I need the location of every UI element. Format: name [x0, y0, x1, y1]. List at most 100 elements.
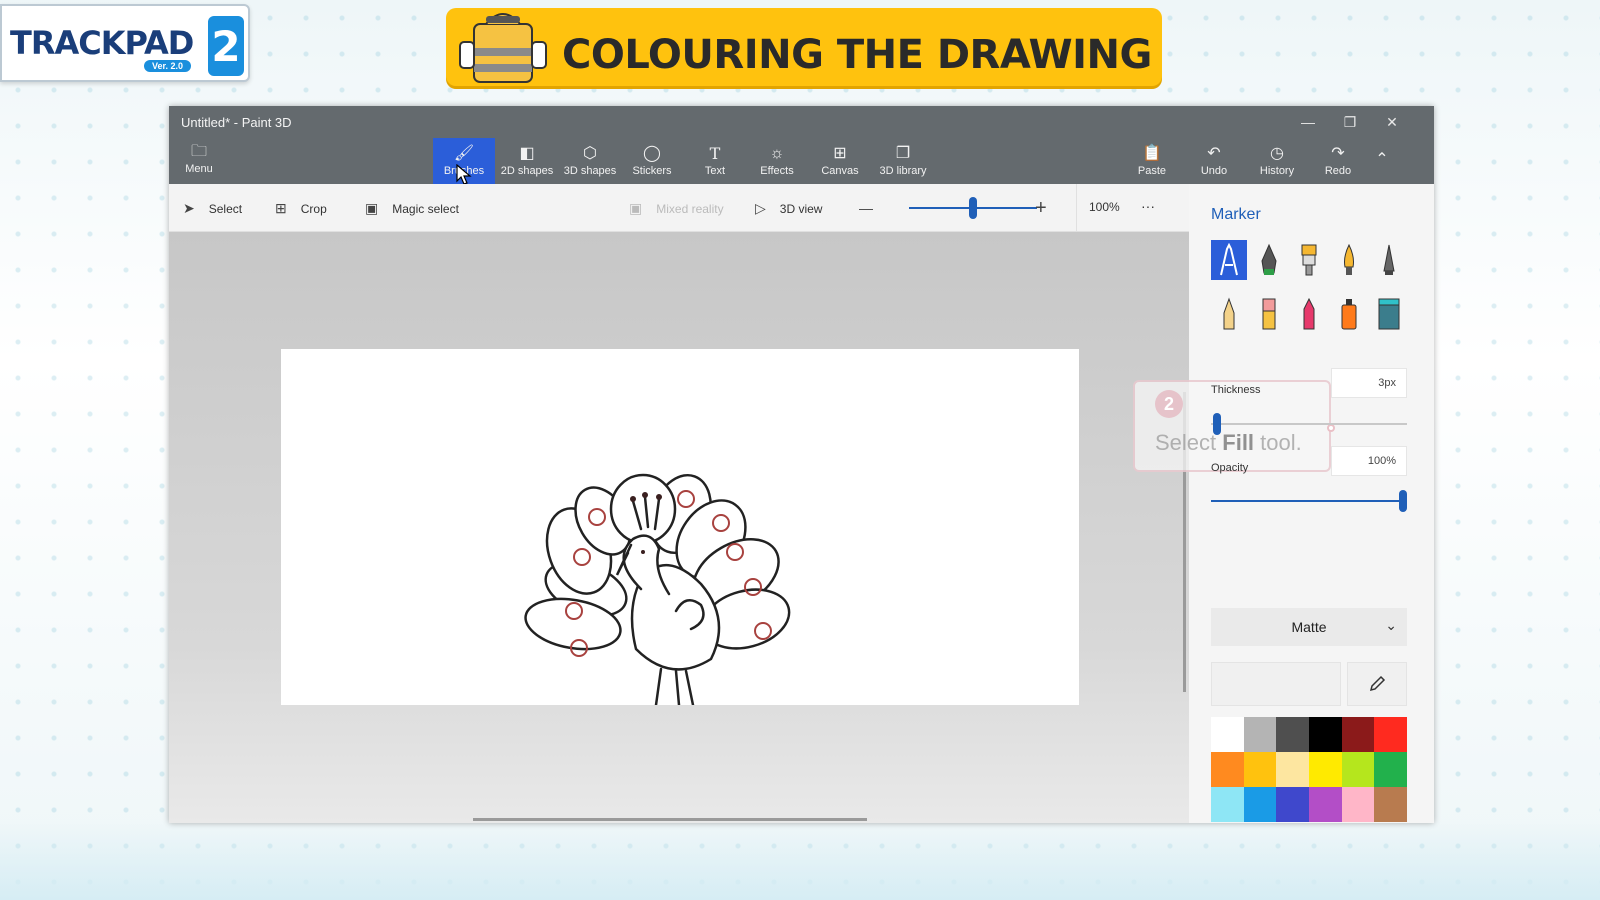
color-swatch[interactable] [1309, 787, 1342, 822]
paste-button[interactable]: 📋 Paste [1127, 138, 1177, 184]
tab-stickers[interactable]: ◯ Stickers [622, 138, 682, 184]
tooltip-text-bold: Fill [1222, 430, 1255, 455]
menu-label: Menu [185, 163, 213, 175]
minus-icon: — [859, 200, 873, 216]
tab-effects[interactable]: ☼ Effects [747, 138, 807, 184]
color-swatch[interactable] [1211, 717, 1244, 752]
thickness-slider-thumb[interactable] [1213, 413, 1221, 435]
chevron-up-icon: ⌃ [1375, 151, 1389, 168]
pixel-pen-brush[interactable] [1371, 240, 1407, 280]
thickness-slider[interactable] [1211, 423, 1407, 425]
collapse-ribbon-button[interactable]: ⌃ [1367, 138, 1397, 184]
tooltip-step-number: 2 [1155, 390, 1183, 418]
color-swatch[interactable] [1309, 717, 1342, 752]
drawing-canvas[interactable] [281, 349, 1079, 705]
crayon-icon [1303, 297, 1315, 330]
finish-value: Matte [1291, 619, 1327, 635]
tab-canvas[interactable]: ⊞ Canvas [810, 138, 870, 184]
undo-button[interactable]: ↶ Undo [1189, 138, 1239, 184]
color-swatch[interactable] [1374, 787, 1407, 822]
brush-icon: 🖌 [453, 145, 475, 162]
more-options-button[interactable]: ··· [1141, 198, 1155, 214]
3d-view-button[interactable]: ▷ 3D view [755, 200, 822, 217]
spray-can-brush[interactable] [1331, 294, 1367, 334]
mixed-reality-icon: ▣ [629, 200, 643, 216]
calligraphy-pen-icon [1261, 243, 1277, 275]
color-swatch[interactable] [1243, 752, 1277, 787]
tab-label: 3D library [879, 165, 927, 177]
color-swatch[interactable] [1211, 787, 1244, 822]
window-title: Untitled* - Paint 3D [181, 115, 292, 130]
watercolor-brush[interactable] [1331, 240, 1367, 280]
redo-icon: ↷ [1331, 145, 1345, 162]
marker-brush[interactable] [1211, 240, 1247, 280]
minimize-button[interactable]: — [1297, 112, 1319, 132]
eraser-icon [1262, 298, 1276, 330]
color-swatch[interactable] [1276, 787, 1309, 822]
eyedropper-icon [1369, 675, 1386, 692]
zoom-level: 100% [1089, 200, 1120, 214]
secondary-toolbar: ➤ Select ⊞ Crop ▣ Magic select ▣ Mixed r… [169, 184, 1189, 232]
tab-3d-library[interactable]: ❐ 3D library [872, 138, 934, 184]
crop-button[interactable]: ⊞ Crop [275, 200, 327, 217]
menu-button[interactable]: 🗀 Menu [175, 136, 223, 182]
pencil-brush[interactable] [1211, 294, 1247, 334]
zoom-separator [1076, 184, 1077, 232]
color-swatch[interactable] [1276, 752, 1309, 787]
history-button[interactable]: ◷ History [1249, 138, 1305, 184]
color-swatch[interactable] [1243, 717, 1277, 752]
fill-brush[interactable] [1371, 294, 1407, 334]
current-color-swatch[interactable] [1211, 662, 1341, 706]
color-swatch[interactable] [1276, 717, 1309, 752]
color-swatch[interactable] [1341, 717, 1375, 752]
tab-2d-shapes[interactable]: ◧ 2D shapes [497, 138, 557, 184]
pixel-pen-icon [1383, 244, 1395, 275]
tab-text[interactable]: T Text [685, 138, 745, 184]
3d-view-icon: ▷ [755, 200, 766, 216]
tab-label: Text [704, 165, 726, 177]
paste-label: Paste [1137, 165, 1167, 177]
3d-shapes-icon: ⬡ [583, 145, 597, 162]
tab-label: 2D shapes [500, 165, 554, 177]
redo-button[interactable]: ↷ Redo [1313, 138, 1363, 184]
color-swatch[interactable] [1341, 752, 1375, 787]
tooltip-text-pre: Select [1155, 430, 1223, 455]
oil-brush[interactable] [1291, 240, 1327, 280]
mixed-reality-button[interactable]: ▣ Mixed reality [629, 200, 724, 217]
tab-label: Canvas [821, 165, 859, 177]
select-button[interactable]: ➤ Select [183, 200, 242, 217]
color-swatch[interactable] [1341, 787, 1375, 822]
eraser-brush[interactable] [1251, 294, 1287, 334]
eyedropper-button[interactable] [1347, 662, 1407, 706]
close-button[interactable]: ✕ [1381, 112, 1403, 132]
magic-select-button[interactable]: ▣ Magic select [365, 200, 459, 217]
magic-select-icon: ▣ [365, 200, 379, 216]
zoom-in-button[interactable]: + [1035, 197, 1047, 220]
zoom-out-button[interactable]: — [859, 200, 873, 216]
pointer-icon: ➤ [183, 200, 195, 216]
opacity-input[interactable]: 100% [1331, 446, 1407, 476]
calligraphy-pen-brush[interactable] [1251, 240, 1287, 280]
opacity-slider-thumb[interactable] [1399, 490, 1407, 512]
crayon-brush[interactable] [1291, 294, 1327, 334]
history-icon: ◷ [1270, 145, 1284, 162]
chevron-down-icon: ⌄ [1385, 617, 1397, 633]
tab-3d-shapes[interactable]: ⬡ 3D shapes [560, 138, 620, 184]
horizontal-scrollbar[interactable] [473, 818, 867, 821]
restore-button[interactable]: ❐ [1339, 112, 1361, 132]
spray-can-icon [1341, 299, 1357, 330]
color-swatch[interactable] [1309, 752, 1342, 787]
thickness-input[interactable]: 3px [1331, 368, 1407, 398]
finish-dropdown[interactable]: Matte ⌄ [1211, 608, 1407, 646]
logo-word: TRACKPAD [10, 24, 194, 62]
color-swatch[interactable] [1211, 752, 1244, 787]
undo-label: Undo [1200, 165, 1228, 177]
plus-icon: + [1035, 197, 1047, 219]
color-swatch[interactable] [1374, 752, 1407, 787]
redo-label: Redo [1324, 165, 1352, 177]
color-palette [1211, 717, 1407, 822]
zoom-slider-thumb[interactable] [969, 197, 977, 219]
color-swatch[interactable] [1374, 717, 1407, 752]
color-swatch[interactable] [1243, 787, 1277, 822]
workspace [169, 232, 1189, 823]
